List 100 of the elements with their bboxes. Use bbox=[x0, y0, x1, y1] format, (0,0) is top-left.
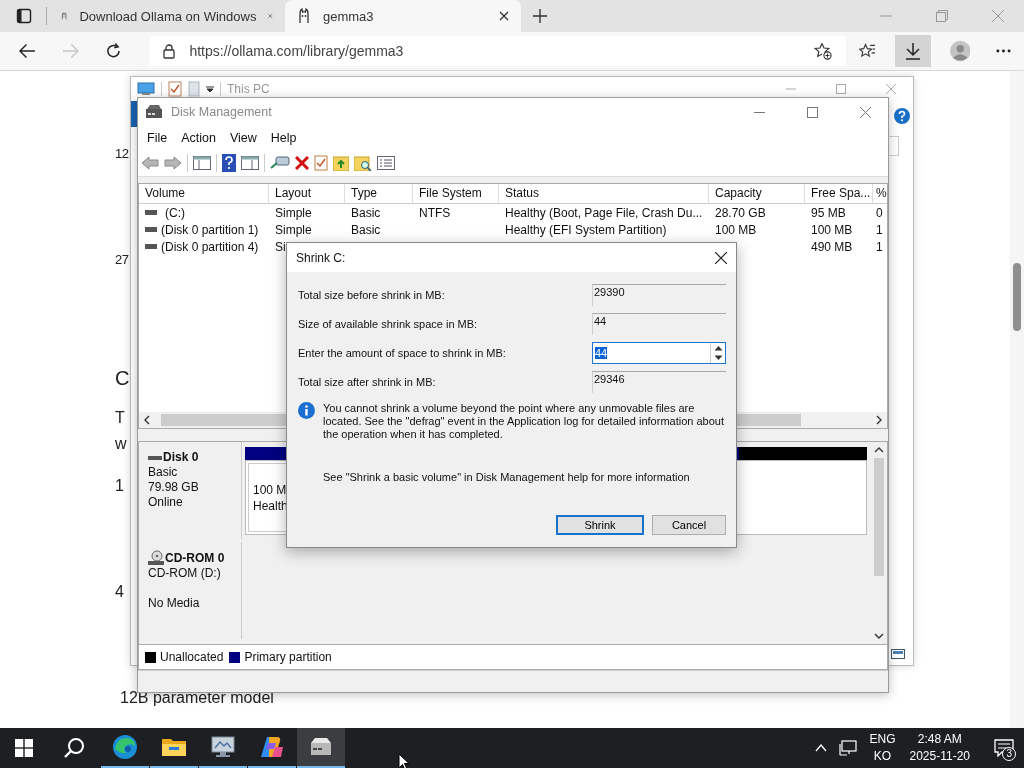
folder-search-icon[interactable] bbox=[354, 155, 372, 171]
table-cell-text: (C:) bbox=[164, 205, 185, 220]
downloads-button[interactable] bbox=[895, 35, 931, 67]
forward-arrow-icon[interactable] bbox=[164, 156, 182, 170]
table-cell: 490 MB bbox=[811, 239, 853, 254]
profile-icon[interactable] bbox=[949, 40, 971, 62]
folder-up-icon[interactable] bbox=[333, 155, 349, 171]
page-icon bbox=[188, 81, 200, 97]
checklist-icon[interactable] bbox=[314, 155, 328, 171]
menu-item[interactable]: View bbox=[222, 131, 264, 145]
column-header[interactable]: Type bbox=[345, 184, 413, 203]
page-text: 27 bbox=[115, 252, 129, 267]
field-label: Enter the amount of space to shrink in MB: bbox=[298, 346, 507, 359]
spin-down-icon[interactable] bbox=[713, 355, 723, 361]
info-icon bbox=[298, 402, 315, 419]
disk-info: No Media bbox=[148, 596, 201, 611]
dropdown-icon bbox=[206, 85, 214, 93]
browser-tab[interactable]: gemma3 bbox=[285, 0, 521, 32]
browser-tab[interactable]: Download Ollama on Windows bbox=[49, 0, 285, 32]
scroll-up-icon[interactable] bbox=[874, 446, 884, 454]
network-icon[interactable] bbox=[839, 740, 858, 756]
maximize-icon[interactable] bbox=[807, 106, 818, 118]
page-scrollbar[interactable] bbox=[1010, 71, 1024, 728]
download-icon bbox=[904, 42, 921, 60]
menu-item[interactable]: Help bbox=[263, 131, 304, 145]
cursor-icon bbox=[398, 753, 410, 768]
column-header[interactable]: Volume bbox=[139, 184, 269, 203]
tab-actions-icon[interactable] bbox=[16, 8, 32, 24]
help-icon[interactable] bbox=[222, 154, 236, 172]
window-title: This PC bbox=[227, 82, 270, 96]
add-favorite-icon[interactable] bbox=[814, 42, 833, 60]
url-text: https://ollama.com/library/gemma3 bbox=[189, 43, 404, 59]
info-message: You cannot shrink a volume beyond the point where any unmovable files are located. See the "defrag" event in the Application log for detailed information about the operation when it has completed. bbox=[322, 402, 725, 441]
field-label: Total size after shrink in MB: bbox=[298, 375, 437, 388]
table-cell: 1 bbox=[876, 239, 883, 254]
table-cell: Healthy (Boot, Page File, Crash Du... bbox=[505, 205, 703, 220]
view-icon[interactable] bbox=[891, 649, 905, 659]
notification-count: 3 bbox=[1002, 747, 1016, 761]
table-cell: 28.70 GB bbox=[715, 205, 766, 220]
field-label: Size of available shrink space in MB: bbox=[298, 317, 479, 330]
table-cell: Simple bbox=[275, 205, 312, 220]
new-tab-icon[interactable] bbox=[533, 9, 547, 23]
drive-icon bbox=[145, 104, 163, 120]
column-header[interactable]: % bbox=[873, 184, 887, 203]
disk-info: CD-ROM (D:) bbox=[148, 566, 222, 581]
window-title: Disk Management bbox=[171, 105, 272, 119]
search-icon[interactable] bbox=[63, 737, 85, 759]
column-header[interactable]: Status bbox=[499, 184, 709, 203]
menu-item[interactable]: File bbox=[140, 131, 175, 145]
menu-item[interactable]: Action bbox=[174, 131, 223, 145]
connect-icon[interactable] bbox=[270, 156, 290, 170]
delete-icon[interactable] bbox=[295, 156, 309, 170]
favorites-icon[interactable] bbox=[859, 42, 876, 60]
help-icon[interactable] bbox=[894, 108, 910, 124]
language-indicator[interactable]: ENG KO bbox=[869, 731, 896, 765]
column-header[interactable]: Layout bbox=[269, 184, 345, 203]
table-cell: Simple bbox=[275, 222, 312, 237]
scroll-right-icon[interactable] bbox=[875, 415, 883, 425]
refresh-icon[interactable] bbox=[104, 42, 122, 60]
action-pane-icon[interactable] bbox=[241, 156, 259, 170]
page-text: w bbox=[115, 435, 127, 453]
chevron-up-icon[interactable] bbox=[815, 744, 828, 752]
message-icon bbox=[994, 739, 1014, 757]
page-text: C bbox=[115, 367, 129, 390]
shrink-button[interactable]: Shrink bbox=[556, 515, 644, 535]
drive-icon bbox=[309, 737, 333, 757]
folder-icon bbox=[162, 737, 186, 757]
clock[interactable]: 2:48 AM 2025-11-20 bbox=[909, 731, 970, 765]
legend-label: Primary partition bbox=[244, 650, 332, 664]
number-spin-field[interactable]: 44 bbox=[592, 342, 726, 364]
table-cell: Basic bbox=[351, 222, 381, 237]
address-bar[interactable]: https://ollama.com/library/gemma3 bbox=[149, 36, 847, 66]
table-cell: NTFS bbox=[419, 205, 451, 220]
help-message: See "Shrink a basic volume" in Disk Management help for more information bbox=[323, 471, 691, 483]
column-header[interactable]: Free Spa... bbox=[805, 184, 873, 203]
drive-icon bbox=[145, 227, 157, 232]
more-icon[interactable] bbox=[996, 49, 1011, 53]
start-icon[interactable] bbox=[15, 739, 33, 757]
table-cell: Healthy (EFI System Partition) bbox=[505, 222, 667, 237]
cancel-button[interactable]: Cancel bbox=[652, 515, 726, 535]
vertical-scrollbar[interactable] bbox=[871, 442, 887, 644]
list-icon[interactable] bbox=[377, 156, 395, 170]
scroll-down-icon[interactable] bbox=[874, 632, 884, 640]
readonly-field: 29346 bbox=[592, 371, 726, 393]
disk-name: CD-ROM 0 bbox=[165, 550, 225, 566]
back-arrow-icon[interactable] bbox=[19, 43, 36, 59]
lock-icon bbox=[163, 43, 176, 59]
console-tree-icon[interactable] bbox=[193, 156, 211, 170]
readonly-field: 44 bbox=[592, 313, 726, 335]
table-cell: (Disk 0 partition 1) bbox=[161, 222, 259, 237]
column-header[interactable]: File System bbox=[413, 184, 499, 203]
scroll-left-icon[interactable] bbox=[143, 415, 151, 425]
legend-label: Unallocated bbox=[160, 650, 224, 664]
taskbar-app[interactable] bbox=[297, 728, 345, 768]
drive-icon bbox=[145, 210, 157, 215]
table-cell: (Disk 0 partition 4) bbox=[161, 239, 259, 254]
monitor-icon bbox=[211, 736, 235, 758]
spin-up-icon[interactable] bbox=[713, 345, 723, 351]
column-header[interactable]: Capacity bbox=[709, 184, 805, 203]
table-cell: 100 MB bbox=[715, 222, 757, 237]
